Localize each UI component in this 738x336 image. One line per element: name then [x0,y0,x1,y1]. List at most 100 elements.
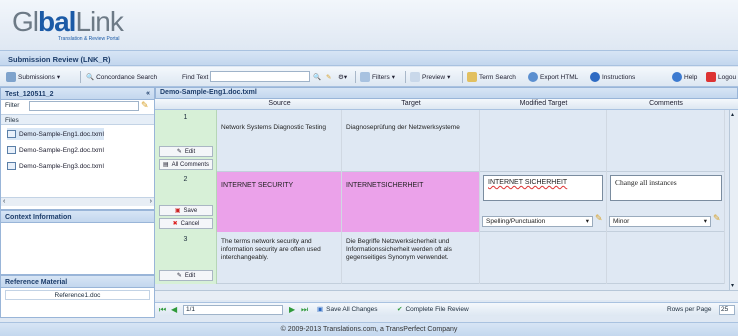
prev-page-icon[interactable]: ◀ [171,305,177,314]
logout-button[interactable]: Logou [706,70,736,84]
file-icon [7,162,16,170]
preview-icon [410,72,420,82]
column-headers: Source Target Modified Target Comments [155,99,738,110]
table-row: 2 ▣ Save ✖ Cancel INTERNET SECURITY INTERN… [155,172,725,232]
chevron-down-icon: ▾ [56,74,61,81]
severity-edit-icon[interactable]: ✎ [713,214,721,223]
save-button[interactable]: ▣ Save [159,205,213,216]
term-search-button[interactable]: Term Search [467,70,516,84]
save-all-icon: ▣ [317,306,324,313]
modified-target-cell[interactable] [480,232,607,284]
file-item[interactable]: Demo-Sample-Eng2.doc.txml [7,144,104,156]
instructions-button[interactable]: Instructions [590,70,635,84]
column-modified-target[interactable]: Modified Target [480,100,607,107]
grid-file-title: Demo-Sample-Eng1.doc.txml [160,89,257,96]
table-row: 3 ✎ Edit The terms network security and i… [155,232,725,284]
help-icon [672,72,682,82]
last-page-icon[interactable]: ⏭ [301,305,308,315]
all-comments-button[interactable]: ▤ All Comments [159,159,213,170]
edit-button[interactable]: ✎ Edit [159,146,213,157]
preview-menu[interactable]: Preview ▾ [410,70,450,84]
app-header: GlbalLink Translation & Review Portal [0,0,738,50]
comment-cell: Change all instances Minor ▾ ✎ [607,172,725,232]
cancel-button[interactable]: ✖ Cancel [159,218,213,229]
export-icon [528,72,538,82]
filter-input[interactable] [29,101,139,111]
complete-file-review-button[interactable]: ✔ Complete File Review [397,305,469,314]
reference-material-header: Reference Material [0,275,155,288]
files-label: Files [1,114,154,125]
context-info-panel [0,223,155,275]
column-source[interactable]: Source [217,100,342,107]
filters-menu[interactable]: Filters ▾ [360,70,395,84]
target-cell[interactable]: INTERNETSICHERHEIT [342,172,480,232]
first-page-icon[interactable]: ⏮ [159,305,166,315]
grid-horizontal-scrollbar[interactable] [155,290,738,300]
files-horizontal-scrollbar[interactable]: ‹ › [1,197,154,206]
source-cell[interactable]: INTERNET SECURITY [217,172,342,232]
submission-bar: Submission Review (LNK_R) [0,50,738,66]
collapse-icon[interactable]: « [146,90,150,97]
comment-cell[interactable] [607,110,725,172]
scroll-up-icon[interactable]: ▴ [731,111,734,118]
file-icon [7,130,16,138]
files-panel: Filter ✎ Files Demo-Sample-Eng1.doc.txml… [0,100,155,210]
rows-per-page-input[interactable]: 25 [719,305,735,315]
edit-icon: ✎ [176,273,182,279]
submissions-icon [6,72,16,82]
filter-label: Filter [5,102,20,109]
footer: © 2009-2013 Translations.com, a TransPer… [0,322,738,336]
scroll-down-icon[interactable]: ▾ [731,282,734,289]
severity-select[interactable]: Minor ▾ [609,216,711,227]
filter-apply-icon[interactable]: ✎ [141,100,149,111]
target-cell[interactable]: Die Begriffe Netzwerksicherheit und Info… [342,232,480,284]
toolbar: Submissions ▾ 🔍 Concordance Search Find Te… [0,67,738,87]
modified-target-input[interactable]: INTERNET SICHERHEIT [483,175,603,201]
column-target[interactable]: Target [342,100,480,107]
table-row: 1 ✎ Edit ▤ All Comments Network Systems Di… [155,110,725,172]
project-header: Test_120511_2 « [0,87,155,100]
comment-input[interactable]: Change all instances [610,175,722,201]
file-item[interactable]: Demo-Sample-Eng1.doc.txml [7,128,104,140]
page-input[interactable]: 1/1 [183,305,283,315]
edit-button[interactable]: ✎ Edit [159,270,213,281]
modified-target-cell: INTERNET SICHERHEIT Spelling/Punctuation… [480,172,607,232]
target-cell[interactable]: Diagnoseprüfung der Netzwerksysteme [342,110,480,172]
settings-icon[interactable]: ⚙▾ [338,70,347,84]
save-all-changes-button[interactable]: ▣ Save All Changes [317,305,377,314]
next-page-icon[interactable]: ▶ [289,305,295,314]
check-icon: ✔ [397,306,403,313]
comments-icon: ▤ [162,162,169,168]
help-button[interactable]: Help [672,70,697,84]
export-html-button[interactable]: Export HTML [528,70,578,84]
concordance-search-button[interactable]: 🔍 Concordance Search [86,70,157,84]
scroll-right-icon[interactable]: › [150,198,152,205]
globallink-logo: GlbalLink [12,6,124,37]
source-cell[interactable]: The terms network security and informati… [217,232,342,284]
find-text-label: Find Text [182,73,209,81]
file-item[interactable]: Demo-Sample-Eng3.doc.txml [7,160,104,172]
highlight-icon[interactable]: ✎ [326,70,331,84]
column-comments[interactable]: Comments [607,100,725,107]
edit-icon: ✎ [176,149,182,155]
rows-per-page-label: Rows per Page [667,306,712,313]
file-icon [7,146,16,154]
search-icon: 🔍 [86,74,95,81]
submission-title: Submission Review (LNK_R) [8,55,111,64]
reference-item[interactable]: Reference1.doc [5,290,150,300]
book-icon [467,72,477,82]
modified-target-cell[interactable] [480,110,607,172]
category-select[interactable]: Spelling/Punctuation ▾ [482,216,593,227]
source-cell[interactable]: Network Systems Diagnostic Testing [217,110,342,172]
find-text-input[interactable] [210,71,310,82]
scroll-left-icon[interactable]: ‹ [3,198,5,205]
filter-icon [360,72,370,82]
comment-cell[interactable] [607,232,725,284]
find-search-icon[interactable]: 🔍 [313,70,321,84]
submissions-menu[interactable]: Submissions ▾ [6,70,60,84]
chevron-down-icon: ▾ [585,217,589,225]
chevron-down-icon: ▾ [391,74,395,81]
pager-bar: ⏮ ◀ 1/1 ▶ ⏭ ▣ Save All Changes ✔ Complete … [155,302,738,316]
category-edit-icon[interactable]: ✎ [595,214,603,223]
grid-vertical-scrollbar[interactable]: ▴ ▾ [729,110,738,290]
